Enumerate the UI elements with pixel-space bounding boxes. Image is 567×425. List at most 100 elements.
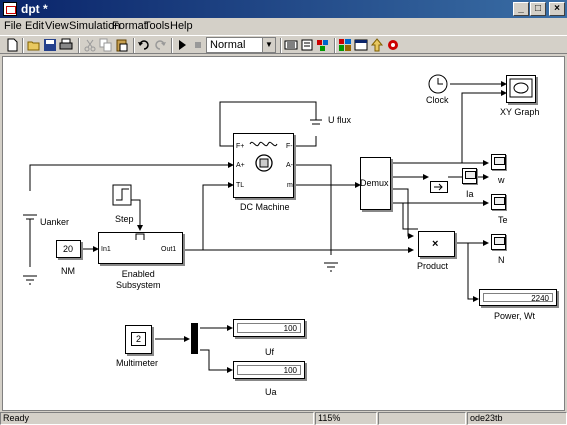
clock-label: Clock [426,95,449,105]
solver-name: ode23tb [467,412,567,425]
scope-ia[interactable] [462,168,477,184]
scope-ia-label: Ia [466,189,474,199]
maximize-button[interactable]: □ [530,2,546,16]
menu-tools[interactable]: Tools [144,20,170,32]
product-symbol: × [432,238,439,250]
scope-n[interactable] [491,234,506,250]
library-browser-icon[interactable] [338,38,352,52]
status-bar: Ready 115% ode23tb [0,412,567,425]
toolbar-separator [280,38,282,53]
nm-value: 20 [63,244,74,254]
menu-edit[interactable]: Edit [25,20,44,32]
step-label: Step [115,214,134,224]
multimeter-screen: 2 [131,332,146,346]
toolbar: Normal ▼ [0,35,567,54]
product-block[interactable]: × [418,231,455,257]
menu-help[interactable]: Help [170,20,193,32]
toolbar-separator [334,38,336,53]
chevron-down-icon[interactable]: ▼ [262,38,275,52]
toolbar-separator [78,38,80,53]
port-m: m [287,182,293,189]
status-text: Ready [0,412,314,425]
demux-block[interactable]: Demux [360,157,391,210]
model-explorer-icon[interactable] [316,38,330,52]
menu-view[interactable]: View [45,20,69,32]
mux-bar[interactable] [191,323,198,354]
uf-value: 100 [237,323,301,333]
copy-icon[interactable] [99,38,113,52]
undo-icon[interactable] [137,38,151,52]
enable-port-icon [135,233,145,240]
debug-icon[interactable] [386,38,400,52]
zoom-level: 115% [315,412,377,425]
enabled-subsystem-label: Enabled Subsystem [116,269,161,290]
model-browser-icon[interactable] [354,38,368,52]
multimeter-label: Multimeter [116,358,159,368]
product-label: Product [417,261,449,271]
scope-w[interactable] [491,154,506,170]
signal-lines [23,74,507,373]
toolbar-separator [171,38,173,53]
demux-label: Demux [360,178,389,188]
new-model-icon[interactable] [5,38,19,52]
subsystem-out-port: Out1 [161,246,177,253]
ia-port-block[interactable] [430,181,448,193]
scope-te-label: Te [498,215,508,225]
port-a-minus: A- [286,162,293,169]
subsystem-in-port: In1 [101,246,111,253]
print-icon[interactable] [59,38,73,52]
ua-value: 100 [237,365,301,375]
xy-graph-label: XY Graph [500,107,540,117]
paste-icon[interactable] [115,38,129,52]
open-folder-icon[interactable] [27,38,41,52]
uf-label: Uf [265,347,274,357]
xy-graph-block[interactable] [506,75,536,103]
nm-label: NM [61,266,75,276]
redo-icon[interactable] [153,38,167,52]
ia-port-icon [434,183,443,191]
go-to-parent-icon[interactable] [370,38,384,52]
menu-bar: File Edit View Simulation Format Tools H… [0,18,567,35]
power-label: Power, Wt [494,311,536,321]
multimeter-value: 2 [136,334,142,344]
cut-icon[interactable] [83,38,97,52]
dc-motor-icon [249,141,278,172]
stop-simulation-icon[interactable] [191,38,205,52]
uf-display[interactable]: 100 [233,319,305,337]
nm-constant-block[interactable]: 20 [56,240,81,258]
scope-n-label: N [498,255,505,265]
port-f-minus: F- [286,143,293,150]
toolbar-separator [133,38,135,53]
simulation-mode-select[interactable]: Normal ▼ [206,37,276,53]
build-icon[interactable] [284,38,298,52]
save-icon[interactable] [43,38,57,52]
start-simulation-icon[interactable] [175,38,189,52]
minimize-button[interactable]: _ [513,2,529,16]
power-value: 2240 [483,293,553,303]
power-display[interactable]: 2240 [479,289,557,306]
uanker-label: Uanker [40,217,70,227]
close-button[interactable]: × [549,2,565,16]
u-flux-label: U flux [328,115,352,125]
scope-w-label: w [498,175,505,185]
xy-graph-icon [509,78,533,98]
ua-label: Ua [265,387,277,397]
menu-file[interactable]: File [4,20,22,32]
simulation-mode-value: Normal [210,39,246,51]
toolbar-separator [22,38,24,53]
dc-machine-label: DC Machine [240,202,290,212]
window-title: dpt * [21,2,48,16]
title-bar: dpt * _ □ × [0,0,567,18]
port-tl: TL [236,182,245,189]
port-f-plus: F+ [236,143,245,150]
multimeter-block[interactable]: 2 [125,325,152,354]
simulink-model-icon [3,2,17,16]
ua-display[interactable]: 100 [233,361,305,379]
status-empty-pane [378,412,466,425]
update-diagram-icon[interactable] [300,38,314,52]
scope-te[interactable] [491,194,506,210]
model-canvas[interactable]: XY Graph Clock U flux F+ A+ TL F- A- m D… [2,56,565,411]
dc-machine-block[interactable]: F+ A+ TL F- A- m [233,133,294,198]
menu-format[interactable]: Format [112,20,147,32]
enabled-subsystem-block[interactable]: In1 Out1 [98,232,183,264]
